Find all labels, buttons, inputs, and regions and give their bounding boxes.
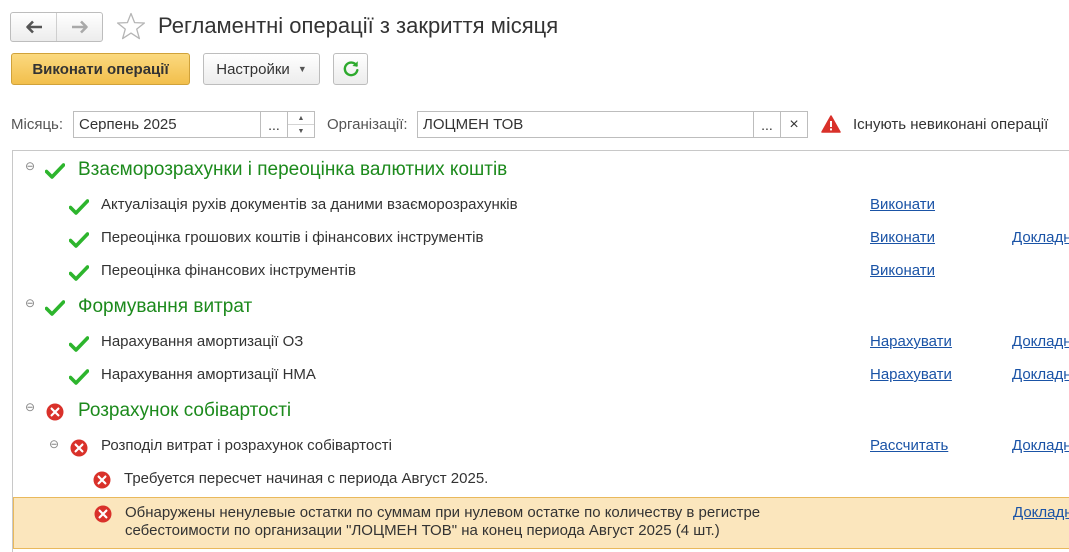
error-message-line-1: Обнаружены ненулевые остатки по суммам п… xyxy=(125,504,761,521)
warning-icon xyxy=(821,115,841,133)
clear-icon[interactable]: × xyxy=(780,112,807,137)
error-icon xyxy=(46,403,64,421)
operation-label: Переоцінка грошових коштів і фінансових … xyxy=(101,229,484,246)
check-icon xyxy=(69,232,89,248)
error-message: Требуется пересчет начиная с периода Авг… xyxy=(124,470,489,487)
execute-link[interactable]: Виконати xyxy=(870,262,935,279)
refresh-button[interactable] xyxy=(333,53,368,85)
operation-label: Розподіл витрат і розрахунок собівартост… xyxy=(101,437,392,454)
month-field[interactable]: Серпень 2025 ... ▲ ▼ xyxy=(73,111,315,138)
execute-link[interactable]: Виконати xyxy=(870,229,935,246)
organization-field[interactable]: ЛОЦМЕН ТОВ ... × xyxy=(417,111,808,138)
selected-error-row[interactable]: Обнаружены ненулевые остатки по суммам п… xyxy=(13,497,1069,549)
error-icon xyxy=(93,471,111,489)
section-row[interactable]: ⊖ Розрахунок собівартості xyxy=(13,400,1069,426)
operation-label: Переоцінка фінансових інструментів xyxy=(101,262,356,279)
operation-row[interactable]: Нарахування амортизації НМА Нарахувати Д… xyxy=(13,366,1069,388)
operation-label: Актуалізація рухів документів за даними … xyxy=(101,196,518,213)
arrow-right-icon xyxy=(71,20,88,34)
operation-row[interactable]: Переоцінка грошових коштів і фінансових … xyxy=(13,229,1069,251)
favorite-star-icon[interactable] xyxy=(116,12,146,40)
check-icon xyxy=(69,199,89,215)
navigation-buttons xyxy=(10,12,103,42)
collapse-icon[interactable]: ⊖ xyxy=(25,159,35,173)
month-spinner[interactable]: ▲ ▼ xyxy=(287,112,314,137)
error-message-row[interactable]: Требуется пересчет начиная с периода Авг… xyxy=(13,470,1069,492)
operation-row[interactable]: Актуалізація рухів документів за даними … xyxy=(13,196,1069,218)
refresh-icon xyxy=(343,61,358,77)
execute-link[interactable]: Виконати xyxy=(870,196,935,213)
operations-tree: ⊖ Взаєморозрахунки і переоцінка валютних… xyxy=(12,150,1069,552)
details-link[interactable]: Докладн xyxy=(1012,437,1069,454)
arrow-left-icon xyxy=(25,20,42,34)
check-icon xyxy=(69,336,89,352)
operation-label: Нарахування амортизації ОЗ xyxy=(101,333,304,350)
details-link[interactable]: Докладн xyxy=(1012,366,1069,383)
spin-down-icon[interactable]: ▼ xyxy=(288,124,314,137)
month-value[interactable]: Серпень 2025 xyxy=(74,116,260,133)
warning-text: Існують невиконані операції xyxy=(853,116,1049,133)
calculate-link[interactable]: Рассчитать xyxy=(870,437,948,454)
chevron-down-icon: ▼ xyxy=(297,64,307,74)
organization-label: Організації: xyxy=(327,116,408,133)
section-title: Формування витрат xyxy=(78,296,253,317)
spin-up-icon[interactable]: ▲ xyxy=(288,112,314,124)
forward-button[interactable] xyxy=(56,13,102,41)
check-icon xyxy=(69,369,89,385)
execute-operations-button[interactable]: Виконати операції xyxy=(11,53,190,85)
organization-value[interactable]: ЛОЦМЕН ТОВ xyxy=(418,116,753,133)
settings-button[interactable]: Настройки ▼ xyxy=(203,53,320,85)
check-icon xyxy=(45,163,65,179)
check-icon xyxy=(69,265,89,281)
collapse-icon[interactable]: ⊖ xyxy=(25,296,35,310)
operation-row[interactable]: ⊖ Розподіл витрат і розрахунок собіварто… xyxy=(13,437,1069,459)
details-link[interactable]: Докладн xyxy=(1013,504,1069,522)
section-row[interactable]: ⊖ Взаєморозрахунки і переоцінка валютних… xyxy=(13,159,1069,185)
collapse-icon[interactable]: ⊖ xyxy=(25,400,35,414)
details-link[interactable]: Докладн xyxy=(1012,333,1069,350)
operation-row[interactable]: Переоцінка фінансових інструментів Викон… xyxy=(13,262,1069,284)
error-icon xyxy=(70,439,88,457)
section-title: Взаєморозрахунки і переоцінка валютних к… xyxy=(78,159,508,180)
accrue-link[interactable]: Нарахувати xyxy=(870,366,952,383)
collapse-icon[interactable]: ⊖ xyxy=(49,437,59,451)
section-row[interactable]: ⊖ Формування витрат xyxy=(13,296,1069,322)
month-label: Місяць: xyxy=(11,116,64,133)
back-button[interactable] xyxy=(11,13,56,41)
operation-label: Нарахування амортизації НМА xyxy=(101,366,316,383)
operation-row[interactable]: Нарахування амортизації ОЗ Нарахувати До… xyxy=(13,333,1069,355)
month-select-button[interactable]: ... xyxy=(260,112,287,137)
check-icon xyxy=(45,300,65,316)
page-title: Регламентні операції з закриття місяця xyxy=(158,13,559,38)
settings-label: Настройки xyxy=(216,60,290,78)
organization-select-button[interactable]: ... xyxy=(753,112,780,137)
details-link[interactable]: Докладн xyxy=(1012,229,1069,246)
error-message-line-2: себестоимости по организации "ЛОЦМЕН ТОВ… xyxy=(125,522,720,539)
section-title: Розрахунок собівартості xyxy=(78,400,292,421)
error-icon xyxy=(94,505,112,523)
accrue-link[interactable]: Нарахувати xyxy=(870,333,952,350)
